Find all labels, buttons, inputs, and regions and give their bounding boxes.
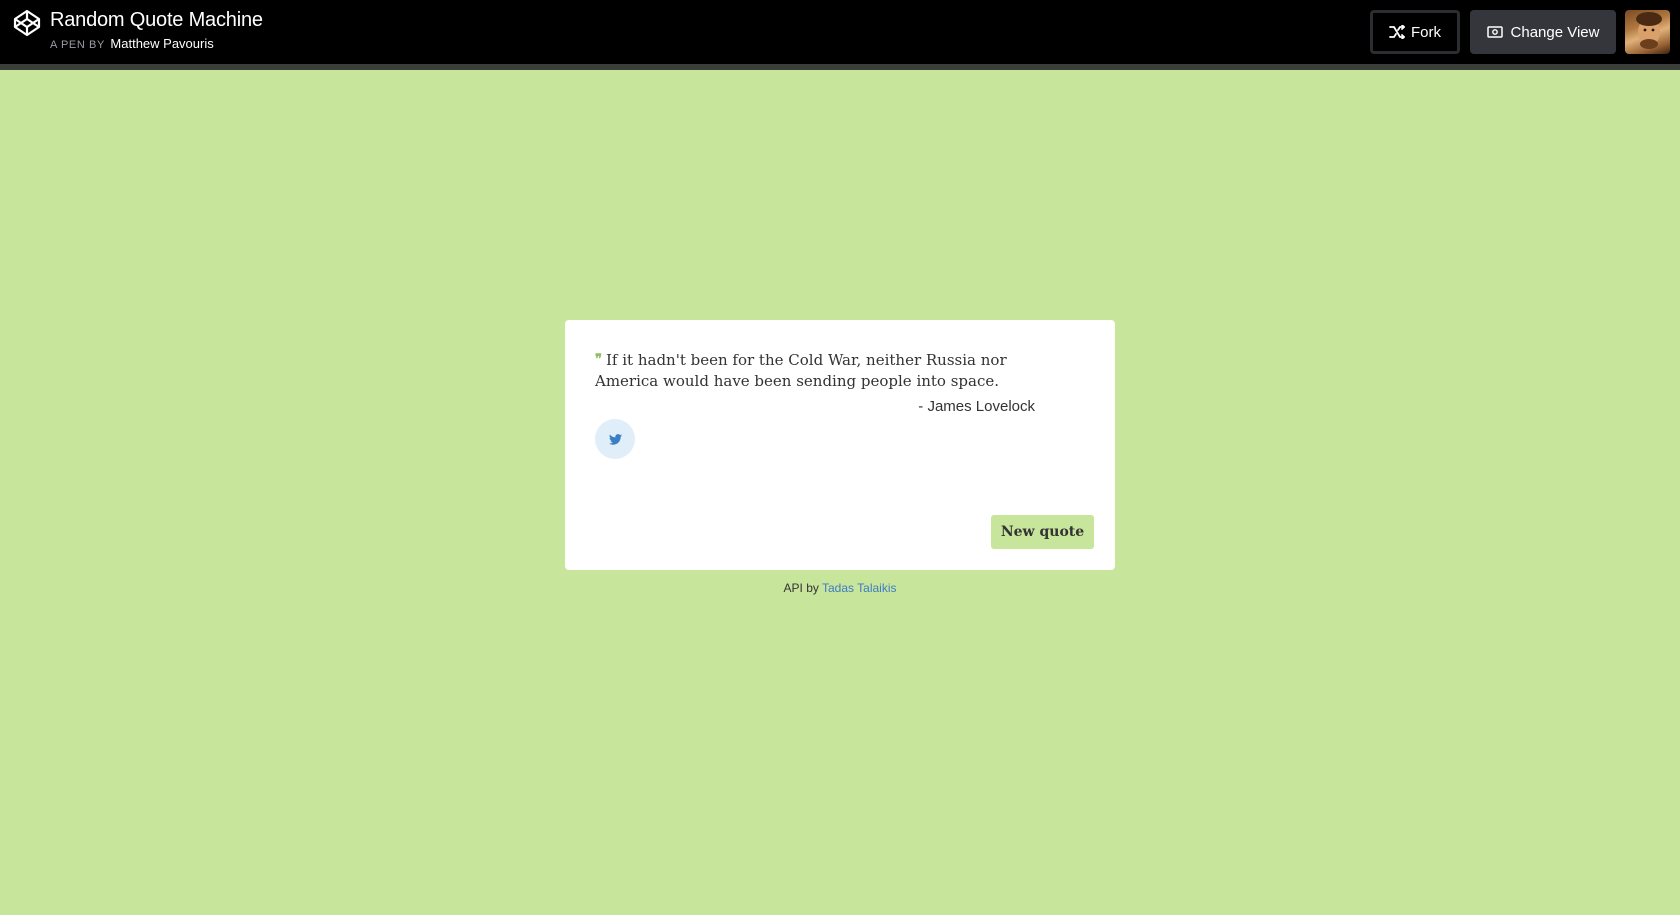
api-credit: API by Tadas Talaikis	[565, 581, 1115, 595]
quote-author: - James Lovelock	[918, 398, 1035, 415]
header-divider	[0, 64, 1680, 70]
codepen-header: Random Quote Machine A PEN BY Matthew Pa…	[0, 0, 1680, 64]
fork-icon	[1389, 25, 1405, 39]
quote-text: If it hadn't been for the Cold War, neit…	[595, 351, 1007, 390]
quote-left-icon: ❞	[595, 352, 602, 367]
api-author-link[interactable]: Tadas Talaikis	[822, 581, 896, 595]
quote-box: ❞ If it hadn't been for the Cold War, nei…	[565, 320, 1115, 570]
change-view-icon	[1486, 26, 1503, 38]
pen-author-link[interactable]: Matthew Pavouris	[110, 36, 213, 51]
fork-label: Fork	[1411, 23, 1441, 41]
pen-byline: A PEN BY Matthew Pavouris	[50, 37, 214, 52]
api-credit-prefix: API by	[783, 581, 819, 595]
new-quote-button[interactable]: New quote	[991, 515, 1094, 549]
twitter-icon	[608, 433, 622, 445]
codepen-logo-icon[interactable]	[13, 9, 41, 37]
change-view-label: Change View	[1510, 23, 1600, 41]
avatar-face-icon	[1636, 12, 1662, 49]
user-avatar[interactable]	[1625, 10, 1670, 54]
change-view-button[interactable]: Change View	[1470, 10, 1616, 54]
pen-title[interactable]: Random Quote Machine	[50, 8, 263, 32]
tweet-quote-button[interactable]	[595, 419, 635, 459]
fork-button[interactable]: Fork	[1370, 10, 1460, 54]
quote-text-block: ❞ If it hadn't been for the Cold War, nei…	[595, 350, 1035, 392]
pen-by-prefix: A PEN BY	[50, 39, 105, 51]
